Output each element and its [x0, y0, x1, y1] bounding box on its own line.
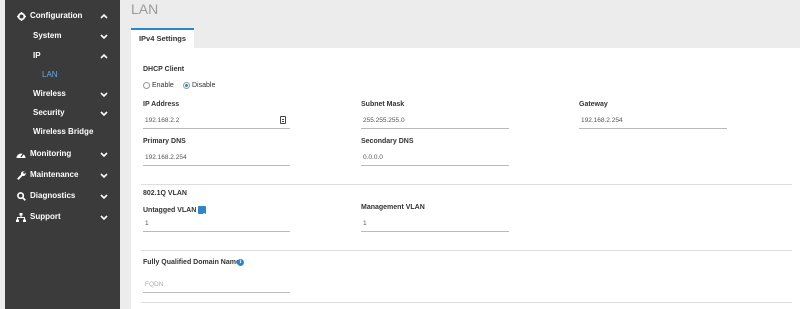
- subnet-mask-value: 255.255.255.0: [363, 117, 405, 124]
- ip-address-value: 192.168.2.2: [145, 117, 180, 124]
- sidebar: Configuration System IP LAN Wireless Sec…: [5, 0, 120, 309]
- gateway-field[interactable]: 192.168.2.254: [579, 111, 727, 129]
- fqdn-label: Fully Qualified Domain Name: [143, 259, 240, 266]
- sidebar-item-lan[interactable]: LAN: [5, 66, 120, 84]
- sidebar-item-label: System: [33, 31, 62, 40]
- divider: [141, 250, 792, 251]
- untagged-vlan-value: 1: [145, 220, 149, 227]
- sidebar-item-label: Monitoring: [30, 149, 72, 158]
- untagged-vlan-checkbox[interactable]: [198, 206, 206, 218]
- sidebar-item-system[interactable]: System: [5, 27, 120, 45]
- secondary-dns-label: Secondary DNS: [361, 138, 414, 145]
- page-title: LAN: [131, 1, 159, 17]
- chevron-up-icon: [100, 13, 108, 19]
- key-icon[interactable]: [280, 116, 286, 124]
- sidebar-item-diagnostics[interactable]: Diagnostics: [5, 186, 120, 206]
- search-icon: [16, 191, 26, 201]
- chevron-down-icon: [100, 34, 108, 40]
- sidebar-item-label: Diagnostics: [30, 191, 76, 200]
- sidebar-item-label: Wireless Bridge: [33, 127, 94, 136]
- dhcp-enable-label: Enable: [152, 82, 174, 89]
- wrench-icon: [16, 170, 26, 180]
- chevron-down-icon: [100, 152, 108, 158]
- chevron-down-icon: [100, 173, 108, 179]
- primary-dns-field[interactable]: 192.168.2.254: [143, 148, 290, 166]
- primary-dns-label: Primary DNS: [143, 138, 186, 145]
- dhcp-disable-label: Disable: [192, 82, 216, 89]
- untagged-vlan-field[interactable]: 1: [143, 214, 290, 232]
- dhcp-client-label: DHCP Client: [143, 66, 185, 73]
- management-vlan-value: 1: [363, 220, 367, 227]
- sitemap-icon: [16, 212, 26, 222]
- management-vlan-label: Management VLAN: [361, 204, 425, 211]
- sidebar-item-monitoring[interactable]: Monitoring: [5, 144, 120, 164]
- divider: [141, 302, 792, 303]
- untagged-vlan-label: Untagged VLAN: [143, 207, 197, 214]
- tab-ipv4-settings[interactable]: IPv4 Settings: [131, 28, 194, 48]
- dashboard-icon: [16, 149, 26, 159]
- sidebar-item-ip[interactable]: IP: [5, 47, 120, 65]
- sidebar-item-maintenance[interactable]: Maintenance: [5, 165, 120, 185]
- chevron-down-icon: [100, 215, 108, 221]
- secondary-dns-field[interactable]: 0.0.0.0: [361, 148, 509, 166]
- sidebar-item-label: Configuration: [30, 11, 83, 20]
- management-vlan-field[interactable]: 1: [361, 214, 509, 232]
- settings-panel: DHCP Client Enable Disable IP Address 19…: [131, 48, 800, 309]
- subnet-mask-label: Subnet Mask: [361, 101, 405, 108]
- ip-address-field[interactable]: 192.168.2.2: [143, 111, 290, 129]
- primary-dns-value: 192.168.2.254: [145, 154, 187, 161]
- vlan-section-label: 802.1Q VLAN: [143, 190, 187, 197]
- secondary-dns-value: 0.0.0.0: [363, 154, 383, 161]
- sidebar-item-label: Maintenance: [30, 170, 79, 179]
- chevron-down-icon: [100, 92, 108, 98]
- fqdn-placeholder: FQDN: [145, 281, 164, 288]
- chevron-up-icon: [100, 53, 108, 59]
- sidebar-item-configuration[interactable]: Configuration: [5, 6, 120, 26]
- sidebar-item-label: IP: [33, 51, 41, 60]
- dhcp-enable-radio[interactable]: [143, 82, 150, 89]
- subnet-mask-field[interactable]: 255.255.255.0: [361, 111, 509, 129]
- info-icon[interactable]: i: [237, 259, 244, 266]
- fqdn-input[interactable]: FQDN: [143, 275, 290, 293]
- gear-icon: [16, 11, 26, 21]
- ip-address-label: IP Address: [143, 101, 180, 108]
- sidebar-item-label: Support: [30, 212, 61, 221]
- sidebar-item-label: Security: [33, 108, 65, 117]
- chevron-down-icon: [100, 111, 108, 117]
- gateway-label: Gateway: [579, 101, 608, 108]
- gateway-value: 192.168.2.254: [581, 117, 623, 124]
- dhcp-disable-radio[interactable]: [183, 82, 190, 89]
- sidebar-item-wireless-bridge[interactable]: Wireless Bridge: [5, 123, 120, 141]
- sidebar-item-security[interactable]: Security: [5, 104, 120, 122]
- sidebar-item-label: Wireless: [33, 89, 66, 98]
- sidebar-item-support[interactable]: Support: [5, 207, 120, 227]
- sidebar-item-label: LAN: [42, 70, 58, 79]
- chevron-down-icon: [100, 194, 108, 200]
- sidebar-item-wireless[interactable]: Wireless: [5, 85, 120, 103]
- divider: [141, 184, 792, 185]
